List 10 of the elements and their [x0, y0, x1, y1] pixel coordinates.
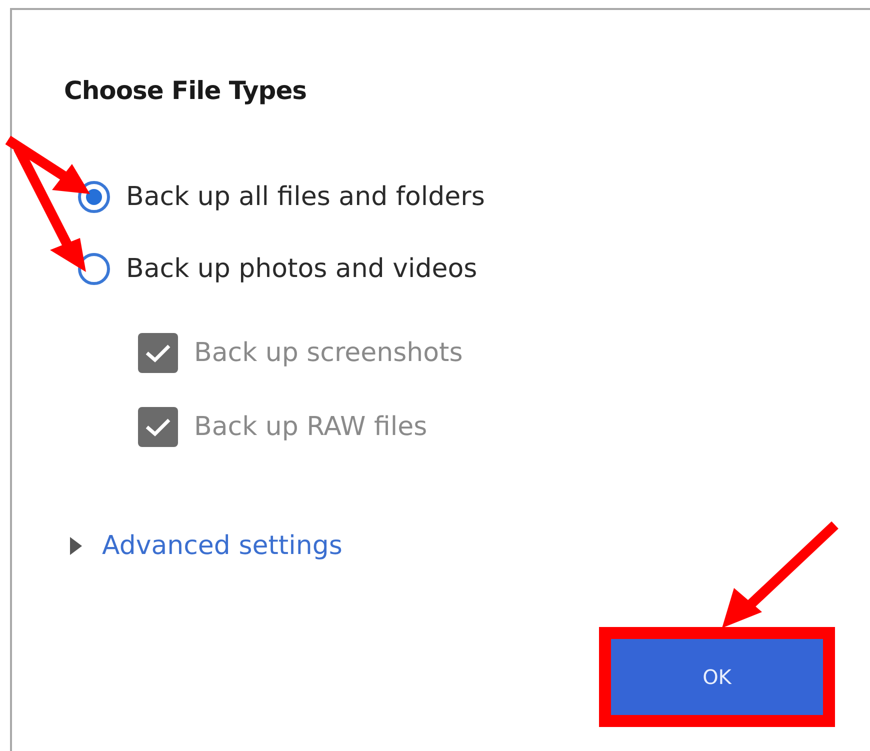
radio-label: Back up photos and videos: [126, 254, 478, 284]
section-title: Choose File Types: [64, 76, 308, 105]
checkmark-icon: [144, 342, 172, 364]
checkbox-label: Back up RAW files: [194, 412, 428, 442]
checkmark-icon: [144, 416, 172, 438]
checkbox-label: Back up screenshots: [194, 338, 463, 368]
ok-button[interactable]: OK: [611, 639, 823, 715]
radio-label: Back up all files and folders: [126, 182, 485, 212]
radio-button[interactable]: [78, 181, 110, 213]
advanced-settings-link[interactable]: Advanced settings: [70, 531, 342, 561]
